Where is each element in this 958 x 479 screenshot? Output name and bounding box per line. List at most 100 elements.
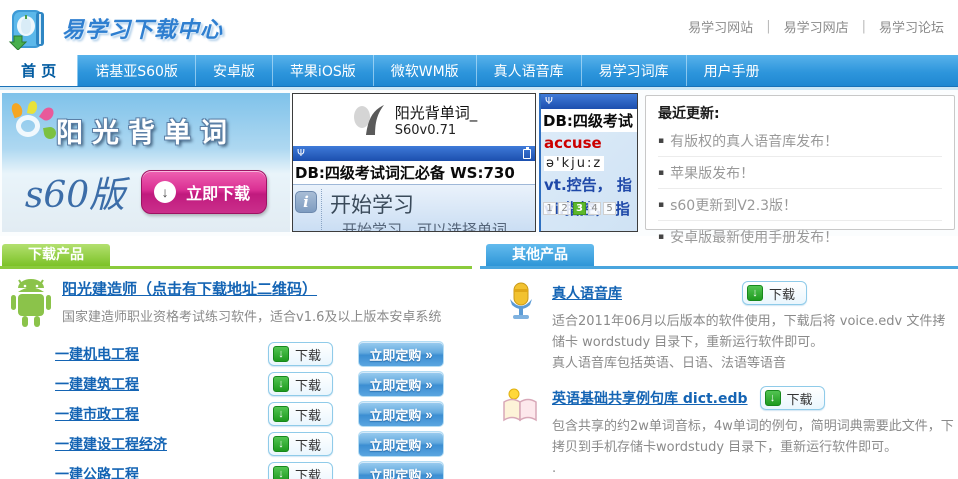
app-screenshot-menu: 阳光背单词_ S60v0.71 Ψ DB:四级考试词汇必备 WS:730 i 开… [292,93,536,232]
nav-item-voice-library[interactable]: 真人语音库 [476,55,581,86]
toplink-forum[interactable]: 易学习论坛 [879,17,944,36]
menu-selected-row[interactable]: i 开始学习 开始学习，可以选择单词 [293,184,535,232]
banner-row: 阳光背单词 s60版 ↓ 立即下载 阳光背单词_ [0,90,958,236]
toplink-website[interactable]: 易学习网站 [688,17,753,36]
info-icon: i [295,191,317,213]
download-arrow-icon: ↓ [747,285,763,301]
nav-item-android[interactable]: 安卓版 [195,55,272,86]
order-now-button[interactable]: 立即定购 » [358,371,444,397]
status-bar: Ψ [293,146,535,161]
download-button[interactable]: ↓ 下载 [268,372,333,396]
divider: | [766,19,770,34]
update-item[interactable]: ▪ 苹果版发布！ [658,157,942,189]
db-info-line: DB:四级考试词汇必备 WS:730 [293,161,535,184]
bullet-icon: ▪ [658,136,664,146]
product-row: 一建建设工程经济 ↓ 下载 立即定购 » [0,430,472,460]
android-icon [8,278,54,328]
product-link-voice-library[interactable]: 真人语音库 [552,283,730,303]
header: 易学习下载中心 易学习网站 | 易学习网店 | 易学习论坛 [0,0,958,55]
app-title: 阳光背单词_ [395,102,478,123]
site-title: 易学习下载中心 [62,12,223,44]
banner-title: 阳光背单词 [2,111,290,150]
product-row: 一建建筑工程 ↓ 下载 立即定购 » [0,370,472,400]
download-arrow-icon: ↓ [154,181,176,203]
nav-item-wm[interactable]: 微软WM版 [373,55,476,86]
nav-item-dictionary[interactable]: 易学习词库 [581,55,686,86]
chevron-right-icon: » [425,437,432,452]
order-now-button[interactable]: 立即定购 » [358,341,444,367]
download-button[interactable]: ↓ 下载 [268,432,333,456]
open-book-icon [500,386,542,428]
product-desc: 国家建造师职业资格考试练习软件，适合v1.6及以上版本安卓系统 [62,306,441,325]
toplink-shop[interactable]: 易学习网店 [784,17,849,36]
download-button[interactable]: ↓ 下载 [742,281,807,305]
page: 易学习下载中心 易学习网站 | 易学习网店 | 易学习论坛 首 页 诺基亚S60… [0,0,958,479]
top-links: 易学习网站 | 易学习网店 | 易学习论坛 [688,17,944,36]
product-link[interactable]: 一建公路工程 [55,464,139,479]
word-headword: accuse [544,134,637,152]
status-bar: Ψ [541,94,637,109]
download-button[interactable]: ↓ 下载 [268,462,333,479]
product-link[interactable]: 一建建筑工程 [55,374,139,394]
page-dot-2[interactable]: 2 [558,202,571,215]
download-arrow-icon: ↓ [273,406,289,422]
other-products-section: 其他产品 真人语音库 ↓ [480,244,958,479]
page-dot-5[interactable]: 5 [603,202,616,215]
signal-icon: Ψ [545,96,553,107]
order-now-button[interactable]: 立即定购 » [358,401,444,427]
order-now-button[interactable]: 立即定购 » [358,461,444,479]
download-button[interactable]: ↓ 下载 [268,402,333,426]
download-arrow-icon: ↓ [273,436,289,452]
app-screenshot-word: Ψ DB:四级考试 accuse ə'kju:z vt.控告， 指 vi.指控，… [539,93,638,232]
chevron-right-icon: » [425,347,432,362]
nav-item-manual[interactable]: 用户手册 [686,55,777,86]
backpack-download-icon [8,6,52,50]
site-logo[interactable]: 易学习下载中心 [8,6,223,50]
product-row: 一建机电工程 ↓ 下载 立即定购 » [0,340,472,370]
word-phonetic: ə'kju:z [544,156,604,171]
product-row: 一建市政工程 ↓ 下载 立即定购 » [0,400,472,430]
nav-item-home[interactable]: 首 页 [0,55,77,86]
bullet-icon: ▪ [658,232,664,242]
product-link-sentence-library[interactable]: 英语基础共享例句库 dict.edb [552,388,748,408]
screenshot-pagination: 1 2 3 4 5 [543,202,616,215]
page-dot-1[interactable]: 1 [543,202,556,215]
download-arrow-icon: ↓ [273,376,289,392]
page-dot-3-active[interactable]: 3 [573,202,586,215]
banner-edition: s60版 [25,166,125,218]
app-logo-icon [351,103,387,137]
promo-banner[interactable]: 阳光背单词 s60版 ↓ 立即下载 [2,93,290,232]
product-desc: 包含共享的约2w单词音标，4w单词的例句，简明词典需要此文件，下 拷贝到手机存储… [552,416,954,479]
update-item[interactable]: ▪ s60更新到V2.3版！ [658,189,942,221]
nav-item-nokia-s60[interactable]: 诺基亚S60版 [77,55,195,86]
menu-item-desc: 开始学习，可以选择单词 [330,219,507,232]
microphone-icon [500,281,542,323]
download-arrow-icon: ↓ [273,466,289,479]
main-nav: 首 页 诺基亚S60版 安卓版 苹果iOS版 微软WM版 真人语音库 易学习词库… [0,55,958,87]
divider: | [862,19,866,34]
order-now-button[interactable]: 立即定购 » [358,431,444,457]
chevron-right-icon: » [425,377,432,392]
page-dot-4[interactable]: 4 [588,202,601,215]
battery-icon [523,149,531,159]
db-info-line: DB:四级考试 [541,109,637,132]
tab-other-products[interactable]: 其他产品 [486,244,594,266]
product-link[interactable]: 一建市政工程 [55,404,139,424]
tab-download-products[interactable]: 下载产品 [2,244,110,266]
download-button[interactable]: ↓ 下载 [760,386,825,410]
product-link[interactable]: 一建建设工程经济 [55,434,167,454]
word-meaning-vt: vt.控告， 指 [544,174,637,195]
chevron-right-icon: » [425,467,432,479]
download-button[interactable]: ↓ 下载 [268,342,333,366]
product-link-jianzaoshi[interactable]: 阳光建造师（点击有下载地址二维码） [62,280,317,298]
product-link[interactable]: 一建机电工程 [55,344,139,364]
update-item[interactable]: ▪ 有版权的真人语音库发布！ [658,125,942,157]
nav-item-ios[interactable]: 苹果iOS版 [272,55,373,86]
chevron-right-icon: » [425,407,432,422]
product-desc: 适合2011年06月以后版本的软件使用，下载后将 voice.edv 文件拷 储… [552,311,945,374]
signal-icon: Ψ [297,148,305,159]
other-product-sentence-library: 英语基础共享例句库 dict.edb ↓ 下载 包含共享的约2w单词音标，4w单… [500,386,958,479]
banner-download-button[interactable]: ↓ 立即下载 [141,170,267,214]
other-product-voice-library: 真人语音库 ↓ 下载 适合2011年06月以后版本的软件使用，下载后将 voic… [500,281,958,374]
app-version: S60v0.71 [395,123,478,138]
